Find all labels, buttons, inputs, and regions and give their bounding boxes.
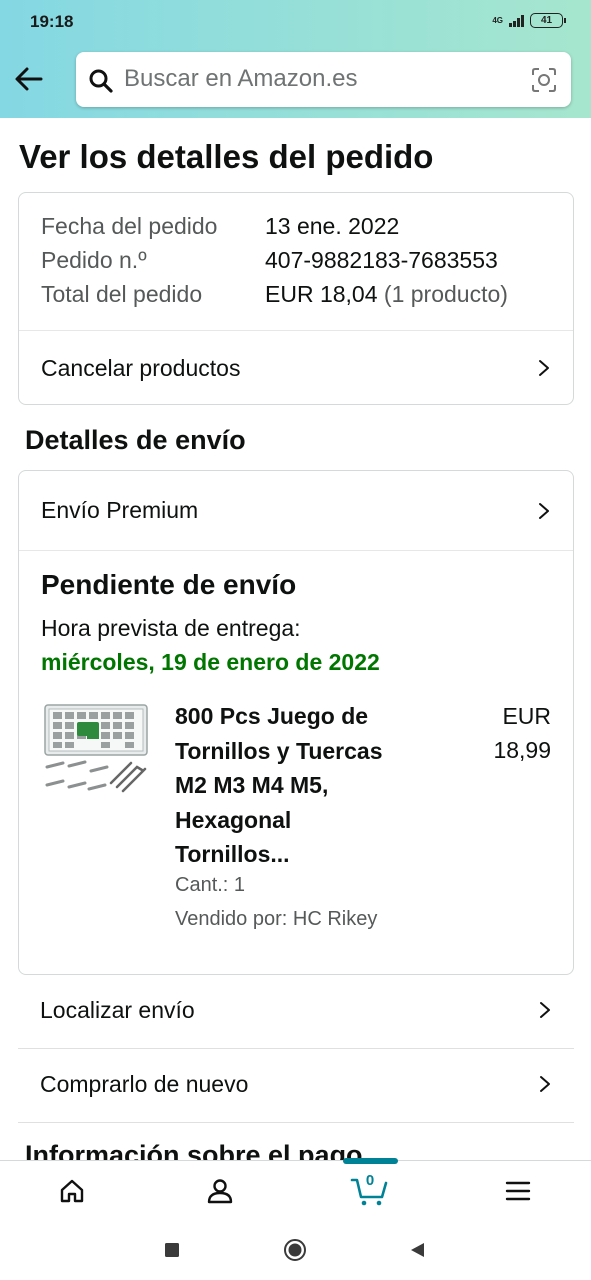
shipping-section-title: Detalles de envío [25,425,246,455]
shipping-method-button[interactable]: Envío Premium [19,471,573,550]
status-time: 19:18 [30,12,74,31]
system-nav-bar [0,1220,591,1280]
app-header: 19:18 4G 41 [0,0,591,118]
cart-count-badge: 0 [365,1172,375,1189]
price-value: 18,99 [493,737,551,763]
battery-level: 41 [540,15,553,26]
search-bar[interactable] [76,52,571,107]
delivery-eta-label: Hora prevista de entrega: [41,615,301,641]
divider [18,1122,574,1123]
network-type: 4G [492,15,503,25]
product-title-line: 800 Pcs Juego de [175,703,369,729]
camera-search-icon[interactable] [531,67,557,93]
product-title-line: Tornillos... [175,841,290,867]
buy-again-label: Comprarlo de nuevo [40,1070,249,1097]
shipment-card: Envío Premium Pendiente de envío Hora pr… [18,470,574,975]
chevron-right-icon [539,502,549,519]
payment-section-title: Información sobre el pago [25,1140,363,1160]
nav-account[interactable] [190,1161,250,1221]
product-seller: Vendido por: HC Rikey [175,908,378,930]
product-price: EUR 18,99 [461,699,551,767]
main-content: Ver los detalles del pedido Fecha del pe… [0,118,591,1160]
order-date-label: Fecha del pedido [41,213,218,239]
track-package-label: Localizar envío [40,996,195,1023]
shipping-method-label: Envío Premium [41,497,199,523]
buy-again-button[interactable]: Comprarlo de nuevo [18,1047,574,1121]
order-number-label: Pedido n.º [41,247,147,273]
home-circle-icon [284,1239,306,1261]
order-summary-card: Fecha del pedido 13 ene. 2022 Pedido n.º… [18,192,574,405]
track-package-button[interactable]: Localizar envío [18,973,574,1047]
status-bar: 19:18 4G 41 [0,0,591,44]
back-button[interactable] [12,62,46,96]
chevron-right-icon [540,1076,550,1092]
shipment-status: Pendiente de envío [41,569,297,600]
order-date-value: 13 ene. 2022 [265,213,400,239]
recents-square-icon [165,1243,179,1257]
delivery-eta-date: miércoles, 19 de enero de 2022 [41,649,380,675]
product-title-line: Hexagonal [175,806,292,833]
back-arrow-icon [15,67,43,91]
hamburger-menu-icon [505,1181,531,1201]
nav-menu[interactable] [488,1161,548,1221]
product-title-link[interactable]: 800 Pcs Juego de Tornillos y Tuercas M2 … [175,699,435,872]
status-icons: 4G 41 [492,13,566,28]
divider [19,550,573,551]
product-title-line: M2 M3 M4 M5, [175,772,329,798]
back-triangle-icon [411,1243,424,1257]
product-thumbnail[interactable] [41,703,151,803]
order-total-label: Total del pedido [41,281,203,307]
order-total: EUR 18,04 (1 producto) [265,281,508,308]
nav-home[interactable] [42,1161,102,1221]
product-quantity: Cant.: 1 [175,874,246,896]
search-input[interactable] [124,62,504,96]
product-title-line: Tornillos y Tuercas [175,737,383,764]
back-system-button[interactable] [405,1238,429,1262]
cancel-products-label: Cancelar productos [41,354,241,381]
home-system-button[interactable] [283,1238,307,1262]
user-icon [207,1179,233,1204]
price-currency: EUR [502,703,551,729]
order-item-count: (1 producto) [383,281,508,307]
search-icon [89,69,113,93]
order-total-value: EUR 18,04 [265,281,378,307]
cancel-products-button[interactable]: Cancelar productos [19,331,573,405]
nav-cart[interactable]: 0 [340,1158,400,1221]
order-number-value: 407-9882183-7683553 [265,247,498,273]
active-tab-indicator [343,1158,398,1164]
home-icon [60,1179,84,1203]
bottom-nav-bar: 0 [0,1158,591,1221]
chevron-right-icon [539,360,549,376]
page-title: Ver los detalles del pedido [19,138,434,175]
battery-icon: 41 [530,13,566,28]
chevron-right-icon [540,1002,550,1018]
signal-icon [509,14,524,27]
recents-button[interactable] [160,1238,184,1262]
